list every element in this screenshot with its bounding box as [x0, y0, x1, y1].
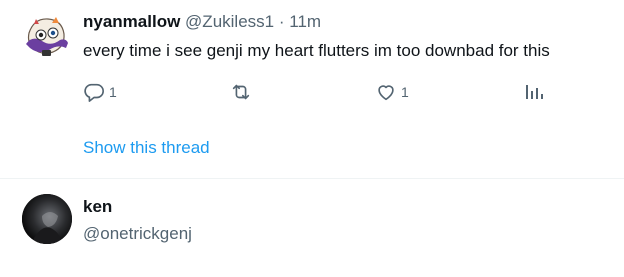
like-button[interactable]: 1 [375, 80, 409, 104]
like-count: 1 [401, 84, 409, 100]
author-handle[interactable]: @Zukiless1 [185, 12, 274, 31]
user-display-name[interactable]: ken [83, 196, 112, 218]
views-chart-icon [524, 81, 544, 103]
tweet-header: nyanmallow @Zukiless1 · 11m [83, 11, 321, 33]
retweet-button[interactable] [230, 80, 256, 104]
divider [0, 178, 624, 179]
header-separator: · [278, 12, 285, 31]
author-display-name[interactable]: nyanmallow [83, 12, 180, 31]
user-handle[interactable]: @onetrickgenj [83, 223, 192, 245]
user-avatar[interactable] [22, 194, 72, 244]
reply-count: 1 [109, 84, 117, 100]
tweet[interactable]: nyanmallow @Zukiless1 · 11m every time i… [0, 0, 624, 124]
retweet-icon [230, 81, 252, 103]
tweet-text: every time i see genji my heart flutters… [83, 41, 550, 60]
show-thread-link[interactable]: Show this thread [83, 137, 210, 159]
heart-icon [375, 81, 397, 103]
views-button[interactable] [524, 80, 548, 104]
reply-button[interactable]: 1 [83, 80, 117, 104]
reply-icon [83, 81, 105, 103]
tweet-author-avatar[interactable] [22, 12, 70, 60]
tweet-timestamp[interactable]: 11m [289, 12, 321, 31]
